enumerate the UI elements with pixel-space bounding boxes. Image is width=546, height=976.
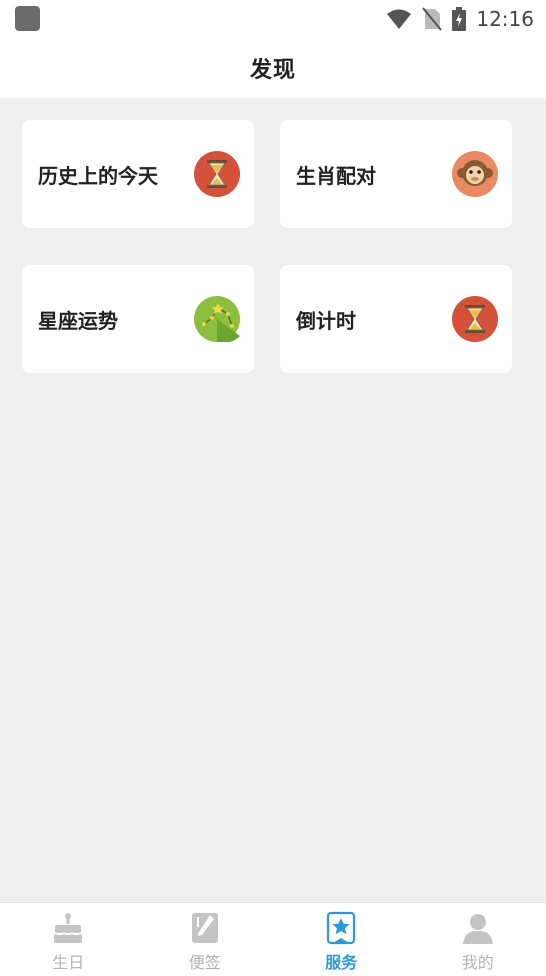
status-icons: 12:16 [386,4,534,34]
service-card-label: 星座运势 [38,308,118,333]
star-bookmark-icon [327,911,356,945]
tab-label: 我的 [461,953,494,972]
service-card-horoscope[interactable]: 星座运势 [22,265,254,373]
app-square-icon [15,6,40,31]
tab-services[interactable]: 服务 [273,903,410,976]
service-card-countdown[interactable]: 倒计时 [280,265,512,373]
hourglass-icon [452,296,498,342]
tab-birthday[interactable]: 生日 [0,903,137,976]
tab-label: 生日 [52,953,85,972]
tab-label: 服务 [325,953,358,972]
status-time: 12:16 [476,7,534,31]
service-card-label: 生肖配对 [296,163,376,188]
note-icon [191,913,218,943]
battery-charging-icon [452,7,467,31]
page-title: 发现 [249,58,296,83]
hourglass-icon [194,151,240,197]
service-card-zodiac-match[interactable]: 生肖配对 [280,120,512,228]
tab-notes[interactable]: 便签 [137,903,274,976]
status-bar: 12:16 [0,0,546,38]
service-card-label: 倒计时 [296,308,356,333]
header: 发现 [0,38,546,98]
no-sim-icon [422,7,443,31]
tab-profile[interactable]: 我的 [410,903,546,976]
constellation-icon [194,296,240,342]
user-icon [462,914,493,944]
service-card-label: 历史上的今天 [38,163,158,188]
bottom-tab-bar: 生日 便签 服务 我的 [0,902,546,976]
service-card-history-today[interactable]: 历史上的今天 [22,120,254,228]
monkey-icon [452,151,498,197]
wifi-icon [387,9,412,29]
tab-label: 便签 [188,953,221,972]
cake-icon [54,913,83,943]
